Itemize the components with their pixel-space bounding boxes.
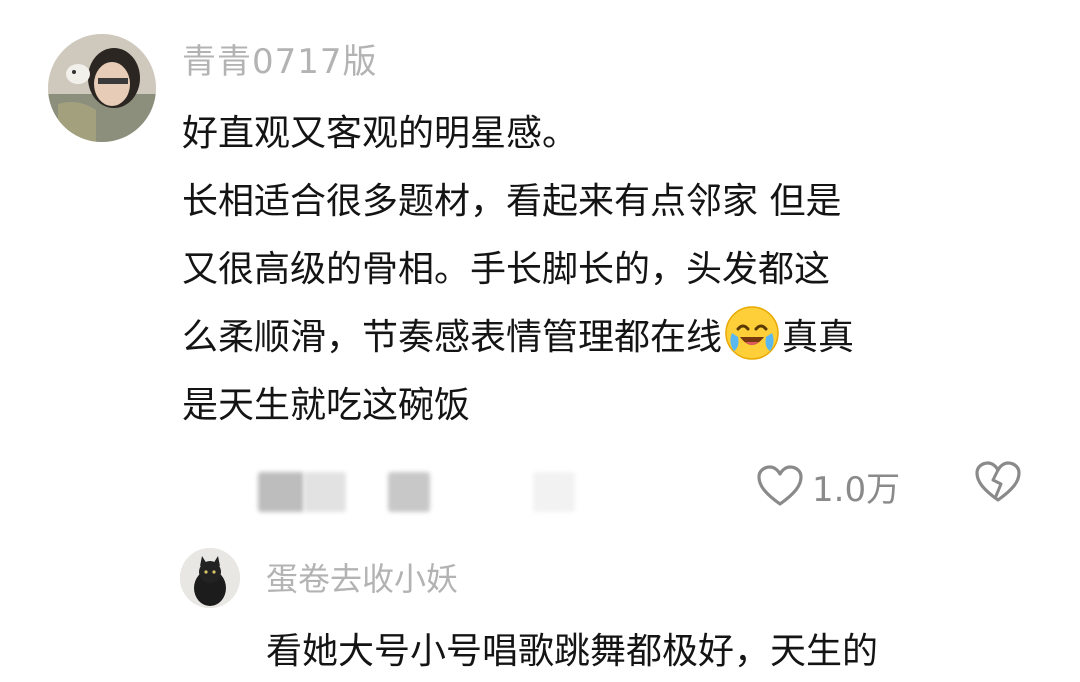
redacted-block [533, 472, 575, 512]
comment-line: 么柔顺滑，节奏感表情管理都在线 真真 [182, 304, 1022, 372]
comment-line: 又很高级的骨相。手长脚长的，头发都这 [182, 249, 831, 290]
crying-laughing-face-icon [724, 305, 780, 361]
redacted-block [304, 472, 346, 512]
avatar[interactable] [48, 34, 156, 142]
comment-line-part: 么柔顺滑，节奏感表情管理都在线 [182, 317, 723, 358]
broken-heart-icon[interactable] [974, 460, 1022, 504]
comment-line-part: 真真 [782, 317, 855, 358]
comment-line: 好直观又客观的明星感。 [182, 113, 579, 154]
reply-avatar[interactable] [180, 548, 240, 608]
comment-username[interactable]: 青青0717版 [182, 38, 378, 86]
reply-avatar-image [180, 548, 240, 608]
like-button[interactable]: 1.0万 [756, 458, 900, 514]
heart-icon[interactable] [756, 464, 804, 508]
comment-text: 好直观又客观的明星感。 长相适合很多题材，看起来有点邻家 但是 又很高级的骨相。… [182, 100, 1022, 440]
reply-text: 看她大号小号唱歌跳舞都极好，天生的 [266, 631, 879, 672]
comment-meta-redacted [258, 466, 618, 516]
comment-line: 是天生就吃这碗饭 [182, 385, 471, 426]
comment-line: 长相适合很多题材，看起来有点邻家 但是 [182, 181, 842, 222]
redacted-block [258, 472, 304, 512]
redacted-block [388, 472, 430, 512]
user-avatar-image [48, 34, 156, 142]
like-count: 1.0万 [812, 469, 901, 510]
reply-username[interactable]: 蛋卷去收小妖 [266, 556, 458, 602]
